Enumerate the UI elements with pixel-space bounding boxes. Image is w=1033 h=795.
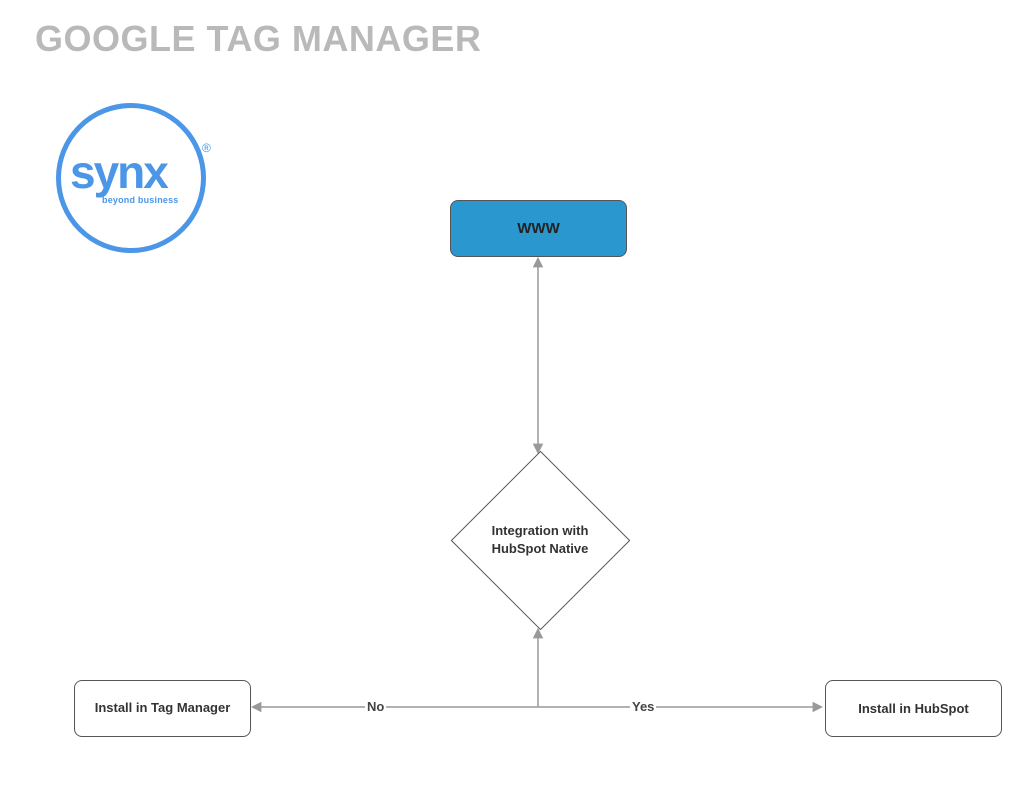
edge-label-yes: Yes [630, 699, 656, 714]
node-install-hubspot: Install in HubSpot [825, 680, 1002, 737]
node-install-tag-manager-label: Install in Tag Manager [95, 700, 231, 717]
node-www-label: WWW [517, 220, 559, 237]
node-decision-label: Integration with HubSpot Native [465, 522, 615, 557]
edge-label-no: No [365, 699, 386, 714]
node-install-tag-manager: Install in Tag Manager [74, 680, 251, 737]
flow-connectors [0, 0, 1033, 795]
node-install-hubspot-label: Install in HubSpot [858, 701, 969, 716]
node-www: WWW [450, 200, 627, 257]
node-decision: Integration with HubSpot Native [450, 450, 630, 630]
